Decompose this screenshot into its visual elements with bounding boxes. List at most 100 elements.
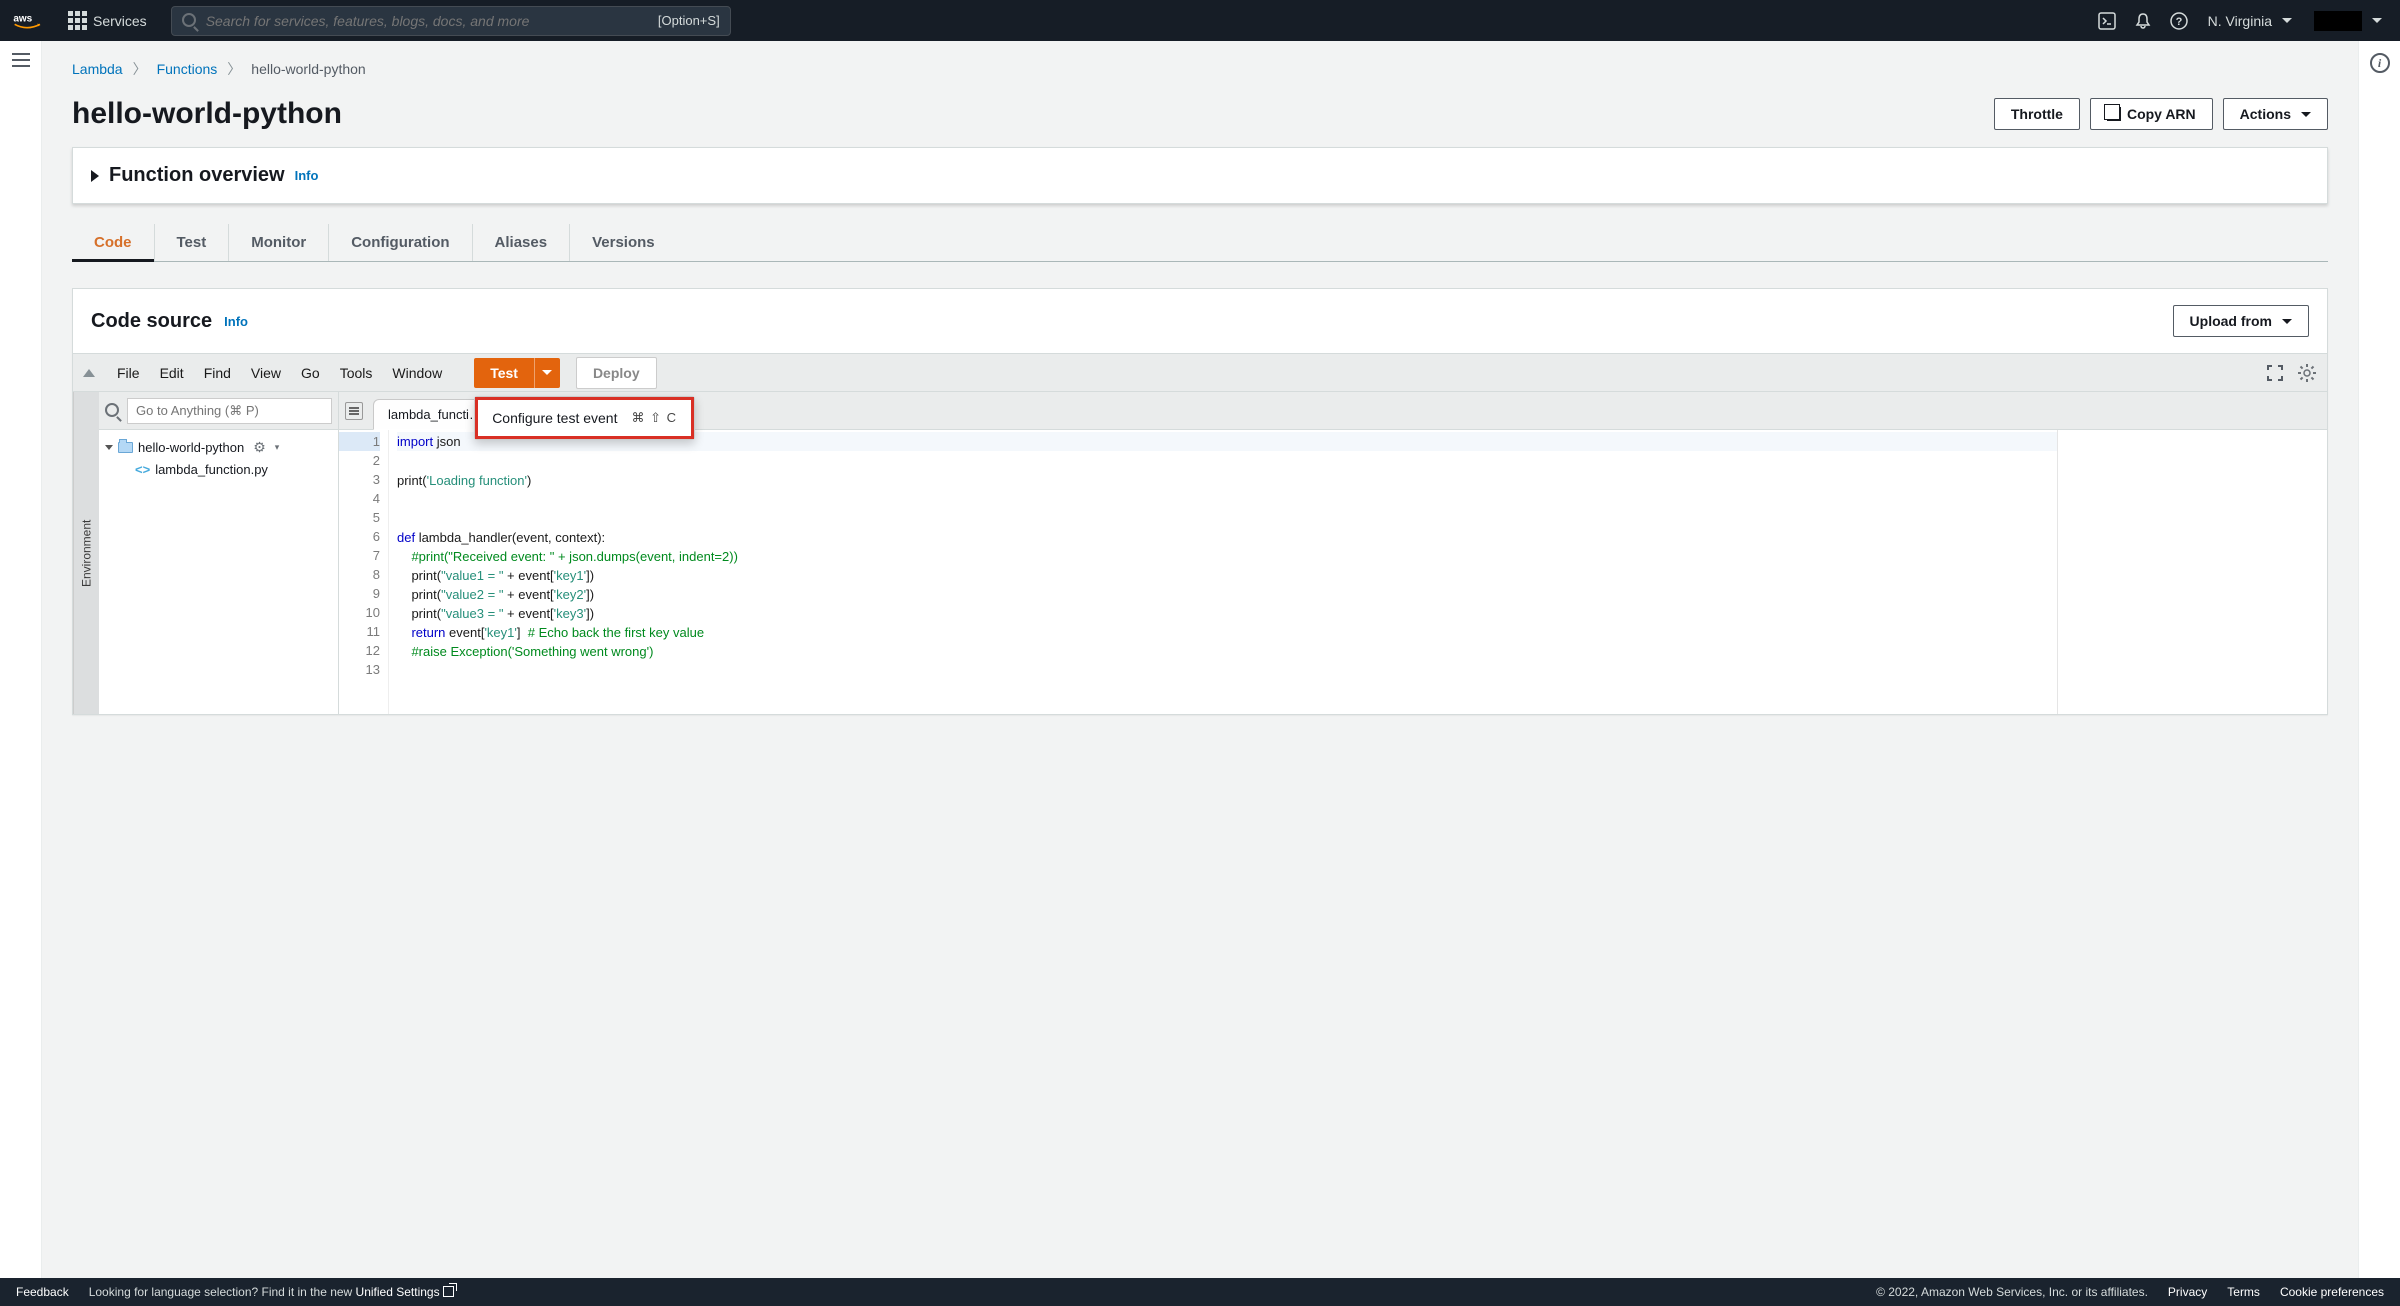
keyboard-shortcut: ⌘ ⇧ C (631, 410, 677, 426)
breadcrumb: Lambda 〉 Functions 〉 hello-world-python (72, 59, 2328, 79)
search-icon[interactable] (105, 403, 121, 419)
copy-icon (2107, 107, 2121, 121)
tree-folder[interactable]: hello-world-python ⚙ ▾ (103, 436, 334, 459)
breadcrumb-lambda[interactable]: Lambda (72, 61, 123, 77)
gear-icon[interactable]: ⚙ (253, 439, 266, 456)
tab-aliases[interactable]: Aliases (473, 224, 571, 261)
main-content: Lambda 〉 Functions 〉 hello-world-python … (42, 41, 2358, 1278)
menu-item-label: Configure test event (492, 410, 617, 426)
cookie-prefs-link[interactable]: Cookie preferences (2280, 1285, 2384, 1299)
upload-from-menu[interactable]: Upload from (2173, 305, 2309, 337)
menu-file[interactable]: File (107, 361, 150, 385)
ide-menubar: FileEditFindViewGoToolsWindow Test Confi… (73, 354, 2327, 392)
cloudshell-icon[interactable] (2092, 6, 2122, 36)
tab-test[interactable]: Test (155, 224, 230, 261)
footer: Feedback Looking for language selection?… (0, 1278, 2400, 1306)
tab-code[interactable]: Code (72, 224, 155, 261)
svg-text:?: ? (2175, 16, 2182, 28)
throttle-button[interactable]: Throttle (1994, 98, 2080, 130)
tab-configuration[interactable]: Configuration (329, 224, 472, 261)
actions-menu[interactable]: Actions (2223, 98, 2328, 130)
search-box[interactable]: [Option+S] (171, 6, 731, 36)
search-input[interactable] (206, 13, 658, 29)
chevron-down-icon (2282, 319, 2292, 324)
menu-window[interactable]: Window (382, 361, 452, 385)
tab-monitor[interactable]: Monitor (229, 224, 329, 261)
svg-text:aws: aws (13, 13, 32, 24)
code-source-panel: Code source Info Upload from FileEditFin… (72, 288, 2328, 715)
chevron-down-icon (2282, 18, 2292, 23)
account-redacted (2314, 11, 2362, 31)
chevron-right-icon: 〉 (227, 59, 241, 79)
help-icon[interactable]: ? (2164, 6, 2194, 36)
copy-arn-button[interactable]: Copy ARN (2090, 98, 2213, 130)
overview-heading: Function overview (109, 164, 285, 187)
file-label: lambda_function.py (155, 462, 268, 477)
file-explorer: hello-world-python ⚙ ▾ <> lambda_function… (99, 392, 339, 714)
info-link[interactable]: Info (224, 314, 248, 329)
fullscreen-icon[interactable] (2267, 365, 2283, 381)
page-title: hello-world-python (72, 97, 342, 131)
footer-lang-hint: Looking for language selection? Find it … (89, 1285, 454, 1299)
minimap[interactable] (2057, 430, 2327, 714)
chevron-down-icon (105, 445, 113, 450)
region-selector[interactable]: N. Virginia (2200, 7, 2300, 35)
gear-icon[interactable] (2297, 363, 2317, 383)
left-rail (0, 41, 42, 1278)
tree-file[interactable]: <> lambda_function.py (103, 459, 334, 480)
unified-settings-link[interactable]: Unified Settings (356, 1285, 454, 1299)
notifications-icon[interactable] (2128, 6, 2158, 36)
folder-icon (118, 442, 133, 453)
account-menu[interactable] (2306, 5, 2390, 37)
configure-test-event-item[interactable]: Configure test event ⌘ ⇧ C (475, 397, 694, 439)
code-source-heading: Code source (91, 310, 212, 333)
environment-tab[interactable]: Environment (73, 392, 99, 714)
search-icon (182, 13, 198, 29)
feedback-link[interactable]: Feedback (16, 1285, 69, 1299)
test-button[interactable]: Test (474, 358, 534, 388)
code-editor[interactable]: 12345678910111213 import json print('Loa… (339, 430, 2327, 714)
expand-icon[interactable] (91, 170, 99, 182)
chevron-down-icon (2372, 18, 2382, 23)
goto-input[interactable] (127, 398, 332, 424)
menu-find[interactable]: Find (194, 361, 241, 385)
hamburger-icon[interactable] (12, 53, 30, 67)
region-label: N. Virginia (2208, 13, 2272, 29)
info-link[interactable]: Info (295, 168, 319, 183)
file-tab-label: lambda_functi… (388, 407, 482, 422)
folder-label: hello-world-python (138, 440, 244, 455)
file-icon: <> (135, 462, 150, 477)
function-tabs: CodeTestMonitorConfigurationAliasesVersi… (72, 224, 2328, 262)
deploy-button[interactable]: Deploy (576, 357, 657, 389)
footer-copyright: © 2022, Amazon Web Services, Inc. or its… (1876, 1285, 2148, 1299)
right-rail: i (2358, 41, 2400, 1278)
menu-view[interactable]: View (241, 361, 291, 385)
services-menu[interactable]: Services (60, 5, 155, 36)
editor-pane: lambda_functi… × 12345678910111213 impor… (339, 392, 2327, 714)
chevron-down-icon (542, 370, 552, 375)
menu-edit[interactable]: Edit (150, 361, 194, 385)
menu-tools[interactable]: Tools (330, 361, 383, 385)
top-nav: aws Services [Option+S] ? N. Virginia (0, 0, 2400, 41)
collapse-icon[interactable] (83, 369, 95, 377)
external-link-icon (443, 1286, 454, 1297)
breadcrumb-current: hello-world-python (251, 61, 365, 77)
test-dropdown-menu: Configure test event ⌘ ⇧ C (474, 396, 695, 440)
breadcrumb-functions[interactable]: Functions (157, 61, 218, 77)
ide: FileEditFindViewGoToolsWindow Test Confi… (73, 353, 2327, 714)
function-overview-panel: Function overview Info (72, 147, 2328, 204)
chevron-right-icon: 〉 (133, 59, 147, 79)
chevron-down-icon[interactable]: ▾ (275, 442, 280, 453)
services-label: Services (93, 13, 147, 29)
search-hint: [Option+S] (658, 13, 720, 28)
scroll-icon[interactable] (345, 402, 363, 420)
terms-link[interactable]: Terms (2227, 1285, 2260, 1299)
chevron-down-icon (2301, 112, 2311, 117)
tab-versions[interactable]: Versions (570, 224, 677, 261)
test-dropdown[interactable] (534, 358, 560, 388)
grid-icon (68, 11, 87, 30)
aws-logo[interactable]: aws (10, 11, 50, 31)
menu-go[interactable]: Go (291, 361, 330, 385)
info-icon[interactable]: i (2370, 53, 2390, 73)
privacy-link[interactable]: Privacy (2168, 1285, 2207, 1299)
